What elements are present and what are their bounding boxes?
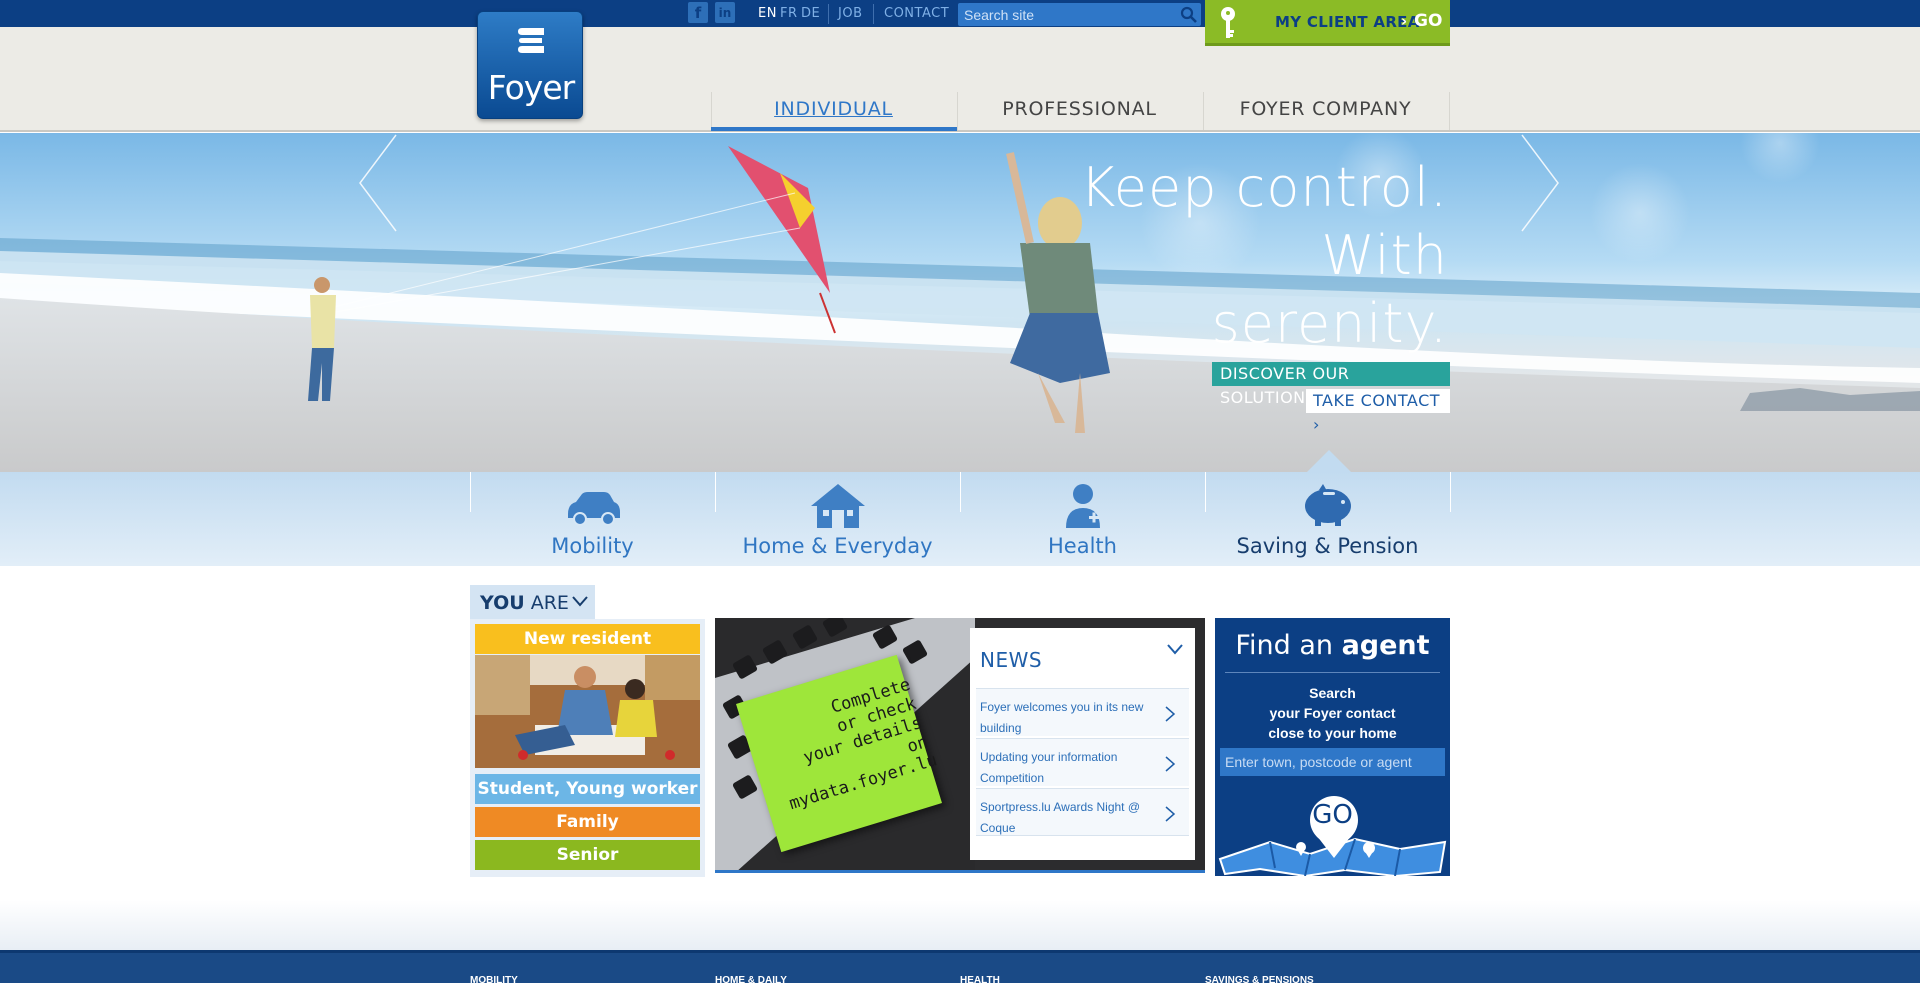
category-bar: Mobility Home & Everyday Health Saving &… (0, 472, 1920, 566)
news-item-text: Updating your information Competition (980, 750, 1118, 785)
lang-en[interactable]: EN (758, 6, 777, 21)
logo-text: Foyer (487, 68, 575, 107)
divider (828, 4, 829, 24)
category-saving-pension[interactable]: Saving & Pension (1205, 472, 1450, 566)
lang-fr[interactable]: FR (780, 6, 798, 21)
agent-go-button[interactable]: GO (1215, 800, 1450, 830)
hero-line: serenity. (1211, 292, 1448, 355)
news-item[interactable]: Sportpress.lu Awards Night @ Coque (976, 788, 1189, 836)
family-button[interactable]: Family (475, 807, 700, 837)
divider (1225, 672, 1440, 673)
category-label: Home & Everyday (742, 534, 933, 558)
foyer-logo[interactable]: Foyer (477, 11, 583, 119)
new-resident-button[interactable]: New resident (475, 624, 700, 654)
person-plus-icon (1066, 484, 1100, 528)
chevron-right-icon (1165, 756, 1176, 772)
piggy-bank-icon (1305, 484, 1351, 526)
client-area-go: GO (1414, 11, 1443, 31)
news-item-text: Sportpress.lu Awards Night @ Coque (980, 800, 1141, 835)
contact-link[interactable]: CONTACT (884, 6, 949, 21)
new-resident-image[interactable] (475, 655, 700, 768)
divider (873, 4, 874, 24)
category-health[interactable]: Health (960, 472, 1205, 566)
hero-banner: Keep control. With serenity. DISCOVER OU… (0, 133, 1920, 472)
footer-link-mobility[interactable]: MOBILITY (470, 975, 518, 983)
news-item-text: Foyer welcomes you in its new building (980, 700, 1144, 735)
foyer-logo-icon (518, 28, 544, 53)
footer-link-home-daily[interactable]: HOME & DAILY (715, 975, 787, 983)
news-title: NEWS (980, 648, 1043, 672)
footer-link-health[interactable]: HEALTH (960, 975, 1000, 983)
search-box (958, 3, 1201, 26)
footer-fade (0, 900, 1920, 950)
subtitle-line: Search (1309, 685, 1356, 701)
footer-link-savings-pensions[interactable]: SAVINGS & PENSIONS (1205, 975, 1314, 983)
chevron-right-icon (1165, 806, 1176, 822)
category-label: Health (1048, 534, 1117, 558)
client-area-arrow: › (1401, 12, 1408, 30)
lang-de[interactable]: DE (801, 6, 820, 21)
divider (1450, 472, 1451, 512)
sticky-note-text: Complete or check your details on mydata… (763, 675, 940, 814)
house-icon (811, 484, 865, 528)
category-mobility[interactable]: Mobility (470, 472, 715, 566)
take-contact-button[interactable]: TAKE CONTACT › (1306, 389, 1450, 434)
you-are-rest: ARE (524, 592, 569, 614)
agent-search-input[interactable] (1220, 748, 1445, 776)
senior-button[interactable]: Senior (475, 840, 700, 870)
subtitle-line: your Foyer contact (1269, 705, 1396, 721)
job-link[interactable]: JOB (838, 6, 863, 21)
hero-headline: Keep control. With serenity. (1080, 154, 1448, 358)
facebook-icon[interactable]: f (688, 2, 708, 23)
tab-professional[interactable]: PROFESSIONAL (957, 94, 1202, 130)
chevron-down-icon[interactable] (1166, 642, 1184, 656)
chevron-right-icon[interactable] (1520, 133, 1560, 233)
new-resident-photo (475, 655, 700, 768)
news-item[interactable]: Updating your information Competition (976, 738, 1189, 786)
find-agent-title: Find an agent (1215, 630, 1450, 661)
client-area-label: MY CLIENT AREA (1275, 13, 1420, 31)
tab-individual[interactable]: INDIVIDUAL (711, 94, 956, 130)
category-label: Saving & Pension (1236, 534, 1419, 558)
car-icon (568, 492, 620, 526)
you-are-dropdown[interactable]: YOU ARE (470, 585, 595, 619)
category-label: Mobility (551, 534, 634, 558)
find-agent-box: Find an agent Search your Foyer contact … (1215, 618, 1450, 876)
chevron-left-icon[interactable] (358, 133, 398, 233)
student-young-worker-button[interactable]: Student, Young worker (475, 774, 700, 804)
subtitle-line: close to your home (1268, 725, 1397, 741)
active-category-pointer (1307, 450, 1351, 472)
hero-line: Keep control. (1080, 156, 1448, 219)
divider (1449, 92, 1450, 130)
news-box: Complete or check your details on mydata… (715, 618, 1205, 873)
chevron-down-icon (572, 596, 588, 607)
you-are-panel: New resident Student, Young worker Famil… (470, 619, 705, 877)
you-are-label: YOU ARE (480, 592, 569, 614)
footer: MOBILITY HOME & DAILY HEALTH SAVINGS & P… (0, 950, 1920, 983)
linkedin-icon[interactable]: in (715, 2, 735, 23)
map-icon[interactable] (1215, 784, 1450, 876)
news-item[interactable]: Foyer welcomes you in its new building (976, 688, 1189, 736)
news-panel: NEWS Foyer welcomes you in its new build… (970, 628, 1195, 860)
category-home-everyday[interactable]: Home & Everyday (715, 472, 960, 566)
search-input[interactable] (964, 5, 1174, 24)
hero-line: With (1321, 224, 1448, 287)
key-icon (1221, 7, 1235, 38)
tab-foyer-company[interactable]: FOYER COMPANY (1203, 94, 1448, 130)
find-agent-subtitle: Search your Foyer contact close to your … (1215, 683, 1450, 743)
search-icon[interactable] (1180, 6, 1198, 24)
find-agent-plain: Find an (1235, 630, 1342, 661)
find-agent-bold: agent (1341, 630, 1430, 661)
hero-illustration (0, 133, 1920, 472)
chevron-right-icon (1165, 706, 1176, 722)
you-are-bold: YOU (480, 592, 525, 614)
active-tab-indicator (711, 127, 957, 131)
client-area-button[interactable]: MY CLIENT AREA › GO (1205, 0, 1450, 46)
discover-solutions-button[interactable]: DISCOVER OUR SOLUTIONS › (1212, 362, 1450, 407)
